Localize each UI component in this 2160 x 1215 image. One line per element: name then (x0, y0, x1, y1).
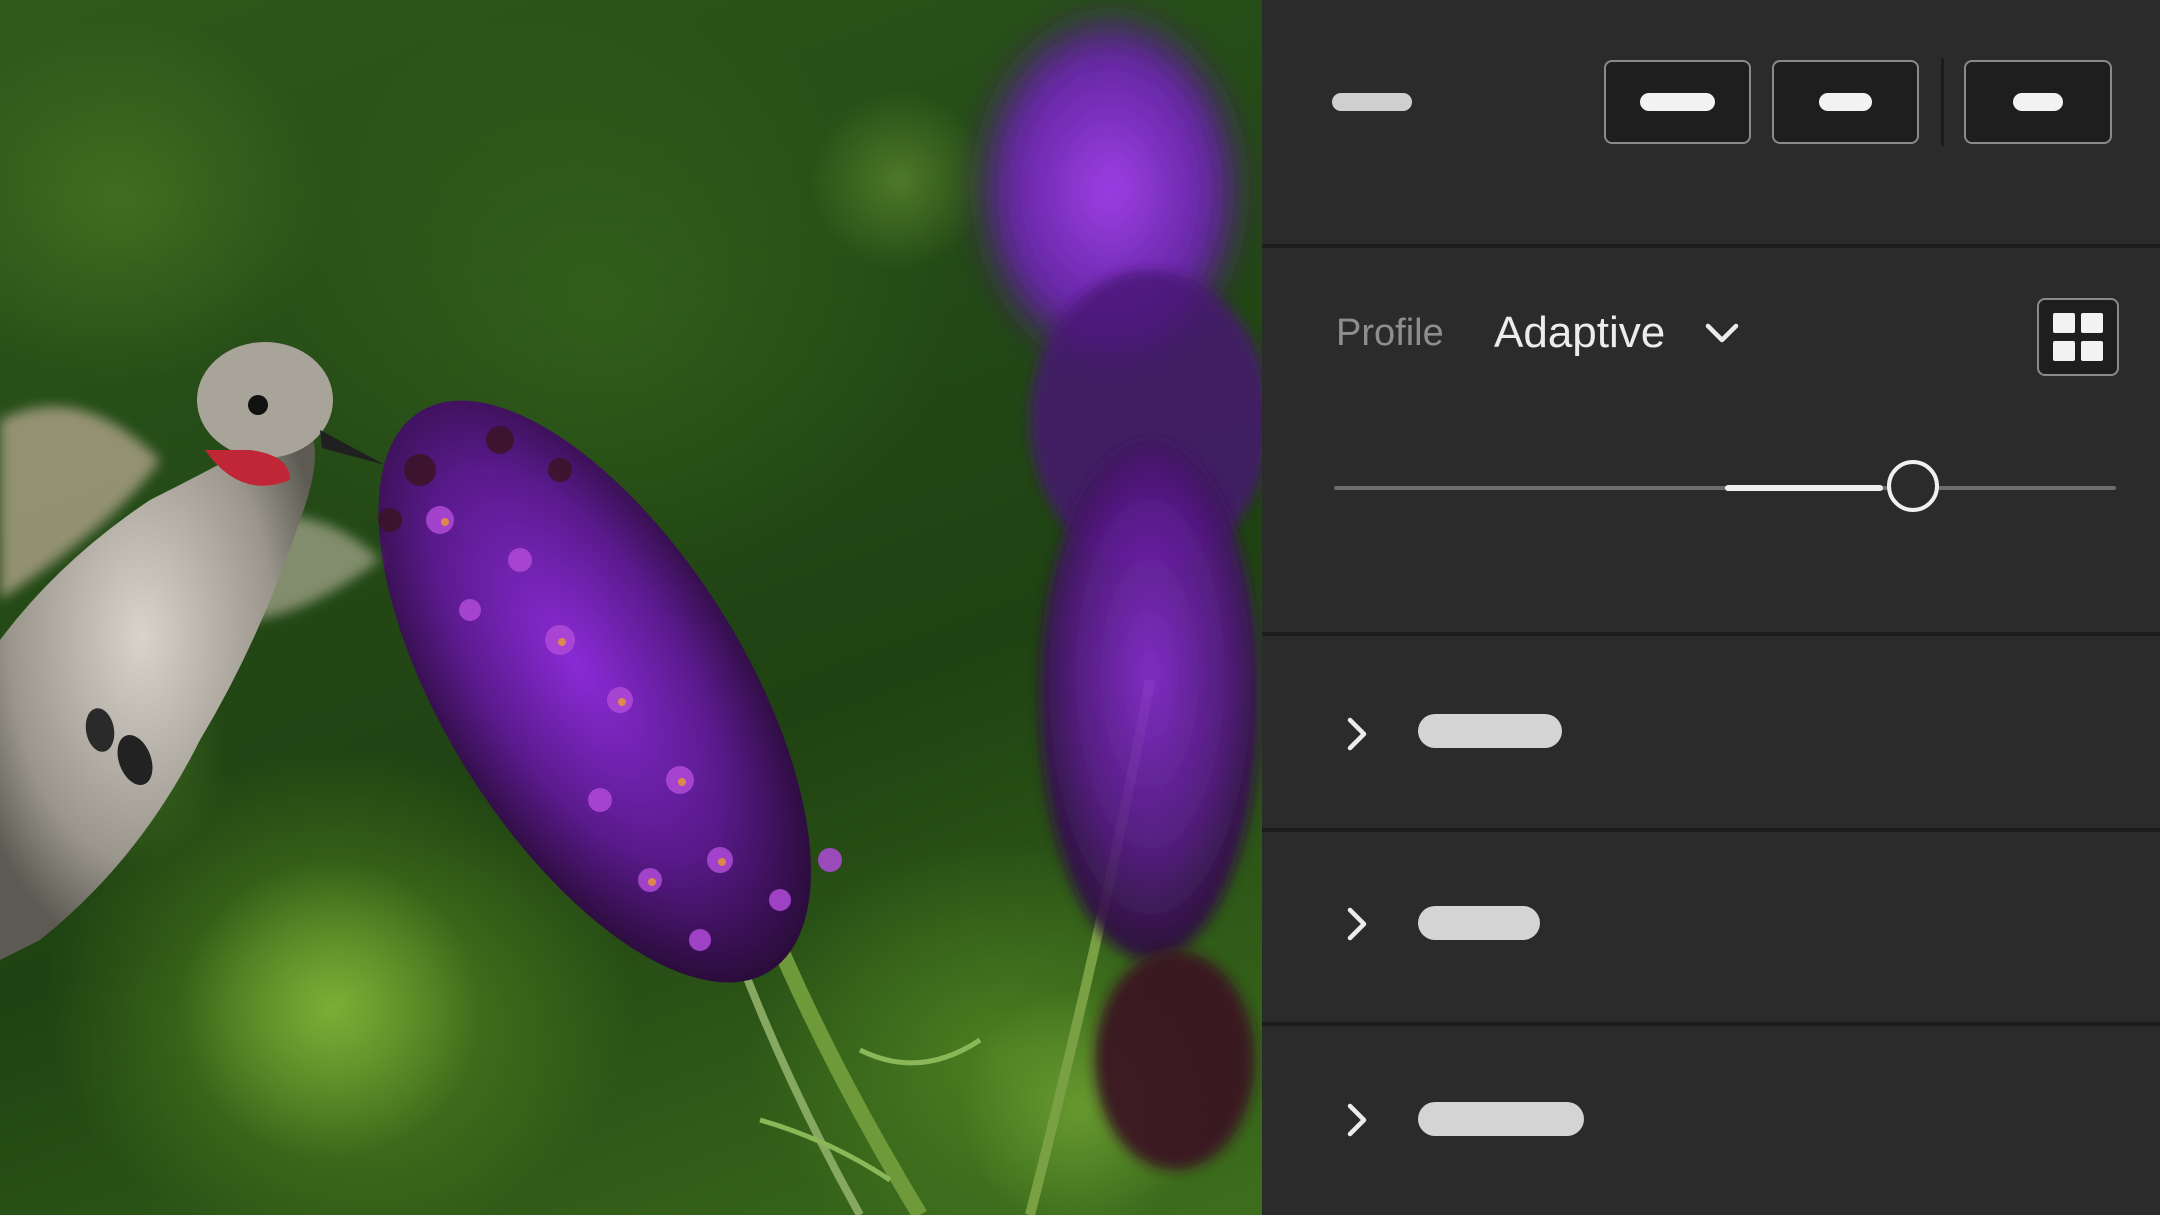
toolbar-button-2-label-placeholder (1819, 93, 1872, 111)
toolbar-button-1-label-placeholder (1640, 93, 1715, 111)
section-2-title-placeholder (1418, 906, 1540, 940)
photo-canvas[interactable] (0, 0, 1262, 1215)
profile-label: Profile (1336, 312, 1444, 354)
slider-thumb[interactable] (1886, 460, 1939, 512)
profile-section: Profile Adaptive (1262, 248, 2160, 636)
toolbar-divider (1941, 58, 1944, 146)
profile-dropdown[interactable]: Adaptive (1494, 311, 1665, 355)
profile-amount-slider[interactable] (1334, 458, 2116, 518)
section-1-title-placeholder (1418, 714, 1562, 748)
slider-fill (1725, 485, 1883, 491)
edit-panel: Profile Adaptive (1262, 0, 2160, 1215)
profile-browser-button[interactable] (2037, 298, 2119, 376)
chevron-right-icon[interactable] (1342, 904, 1372, 944)
panel-title-placeholder (1332, 93, 1412, 111)
chevron-right-icon[interactable] (1342, 714, 1372, 754)
photo-editor: Profile Adaptive (0, 0, 2160, 1215)
toolbar-button-3[interactable] (1964, 60, 2112, 144)
toolbar-button-2[interactable] (1772, 60, 1919, 144)
photo-illustration (0, 10, 1262, 1215)
collapsible-section-2[interactable] (1262, 832, 2160, 1026)
toolbar-button-3-label-placeholder (2013, 93, 2063, 111)
collapsible-section-1[interactable] (1262, 636, 2160, 832)
chevron-right-icon[interactable] (1342, 1100, 1372, 1140)
section-3-title-placeholder (1418, 1102, 1584, 1136)
panel-header (1262, 0, 2160, 248)
collapsible-section-3[interactable] (1262, 1026, 2160, 1215)
chevron-down-icon[interactable] (1702, 318, 1742, 348)
toolbar-button-1[interactable] (1604, 60, 1751, 144)
